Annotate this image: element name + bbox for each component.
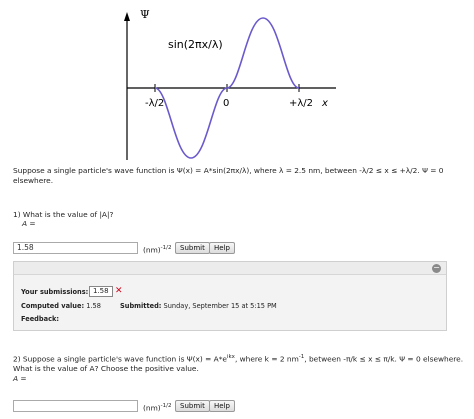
- q1-answer-input[interactable]: 1.58: [13, 242, 138, 254]
- collapse-icon[interactable]: −: [432, 264, 441, 273]
- problem-line-2: elsewhere.: [13, 176, 54, 185]
- submission-feedback-panel: − Your submissions: 1.58 ✕ Computed valu…: [13, 261, 447, 331]
- problem-line-1: Suppose a single particle's wave functio…: [13, 166, 444, 175]
- submitted-label: Submitted:: [120, 302, 162, 310]
- q2-unit-exp: -1/2: [160, 403, 172, 409]
- q2-exponent: ikx: [226, 354, 235, 360]
- q2-line-2: What is the value of A? Choose the posit…: [13, 364, 199, 374]
- q2-line-1c: , between -π/k ≤ x ≤ π/k. Ψ = 0 elsewher…: [304, 354, 464, 364]
- y-axis-label: Ψ: [140, 8, 150, 21]
- computed-value: 1.58: [86, 302, 101, 310]
- submitted-row: Submitted: Sunday, September 15 at 5:15 …: [120, 302, 277, 311]
- q2-line-1b: , where k = 2 nm: [234, 354, 299, 364]
- q2-question: 2) Suppose a single particle's wave func…: [13, 352, 468, 384]
- q2-answer-label: A =: [13, 374, 27, 384]
- tick-label-zero: 0: [223, 98, 229, 109]
- wavefunction-graph: Ψ sin(2πx/λ) -λ/2 0 +λ/2 x: [124, 8, 336, 160]
- curve-label: sin(2πx/λ): [168, 38, 223, 51]
- q2-answer-input[interactable]: [13, 400, 138, 412]
- feedback-panel-header: [14, 262, 446, 275]
- x-axis-label: x: [321, 98, 328, 109]
- q1-help-button[interactable]: Help: [209, 242, 235, 254]
- q2-unit: (nm)-1/2: [143, 400, 172, 414]
- q2-help-button[interactable]: Help: [209, 400, 235, 412]
- wrong-answer-icon: ✕: [115, 286, 123, 296]
- tick-label-left: -λ/2: [145, 98, 164, 109]
- submitted-value: Sunday, September 15 at 5:15 PM: [163, 302, 277, 310]
- computed-value-row: Computed value: 1.58: [21, 302, 101, 311]
- feedback-label: Feedback:: [21, 315, 60, 323]
- q2-submit-button[interactable]: Submit: [175, 400, 210, 412]
- computed-label: Computed value:: [21, 302, 85, 310]
- q1-submit-button[interactable]: Submit: [175, 242, 210, 254]
- q2-line-1: 2) Suppose a single particle's wave func…: [13, 352, 468, 364]
- q1-unit-base: (nm): [143, 245, 161, 255]
- your-submissions-label: Your submissions:: [21, 288, 89, 296]
- q1-unit: (nm)-1/2: [143, 242, 172, 256]
- q1-answer-label: A =: [22, 219, 36, 228]
- q1-unit-exp: -1/2: [160, 245, 172, 251]
- q2-line-1a: 2) Suppose a single particle's wave func…: [13, 354, 227, 364]
- y-axis-arrow-icon: [124, 12, 130, 21]
- q2-unit-base: (nm): [143, 403, 161, 413]
- tick-label-right: +λ/2: [289, 98, 313, 109]
- submission-value: 1.58: [89, 286, 113, 297]
- problem-statement: Suppose a single particle's wave functio…: [13, 166, 468, 186]
